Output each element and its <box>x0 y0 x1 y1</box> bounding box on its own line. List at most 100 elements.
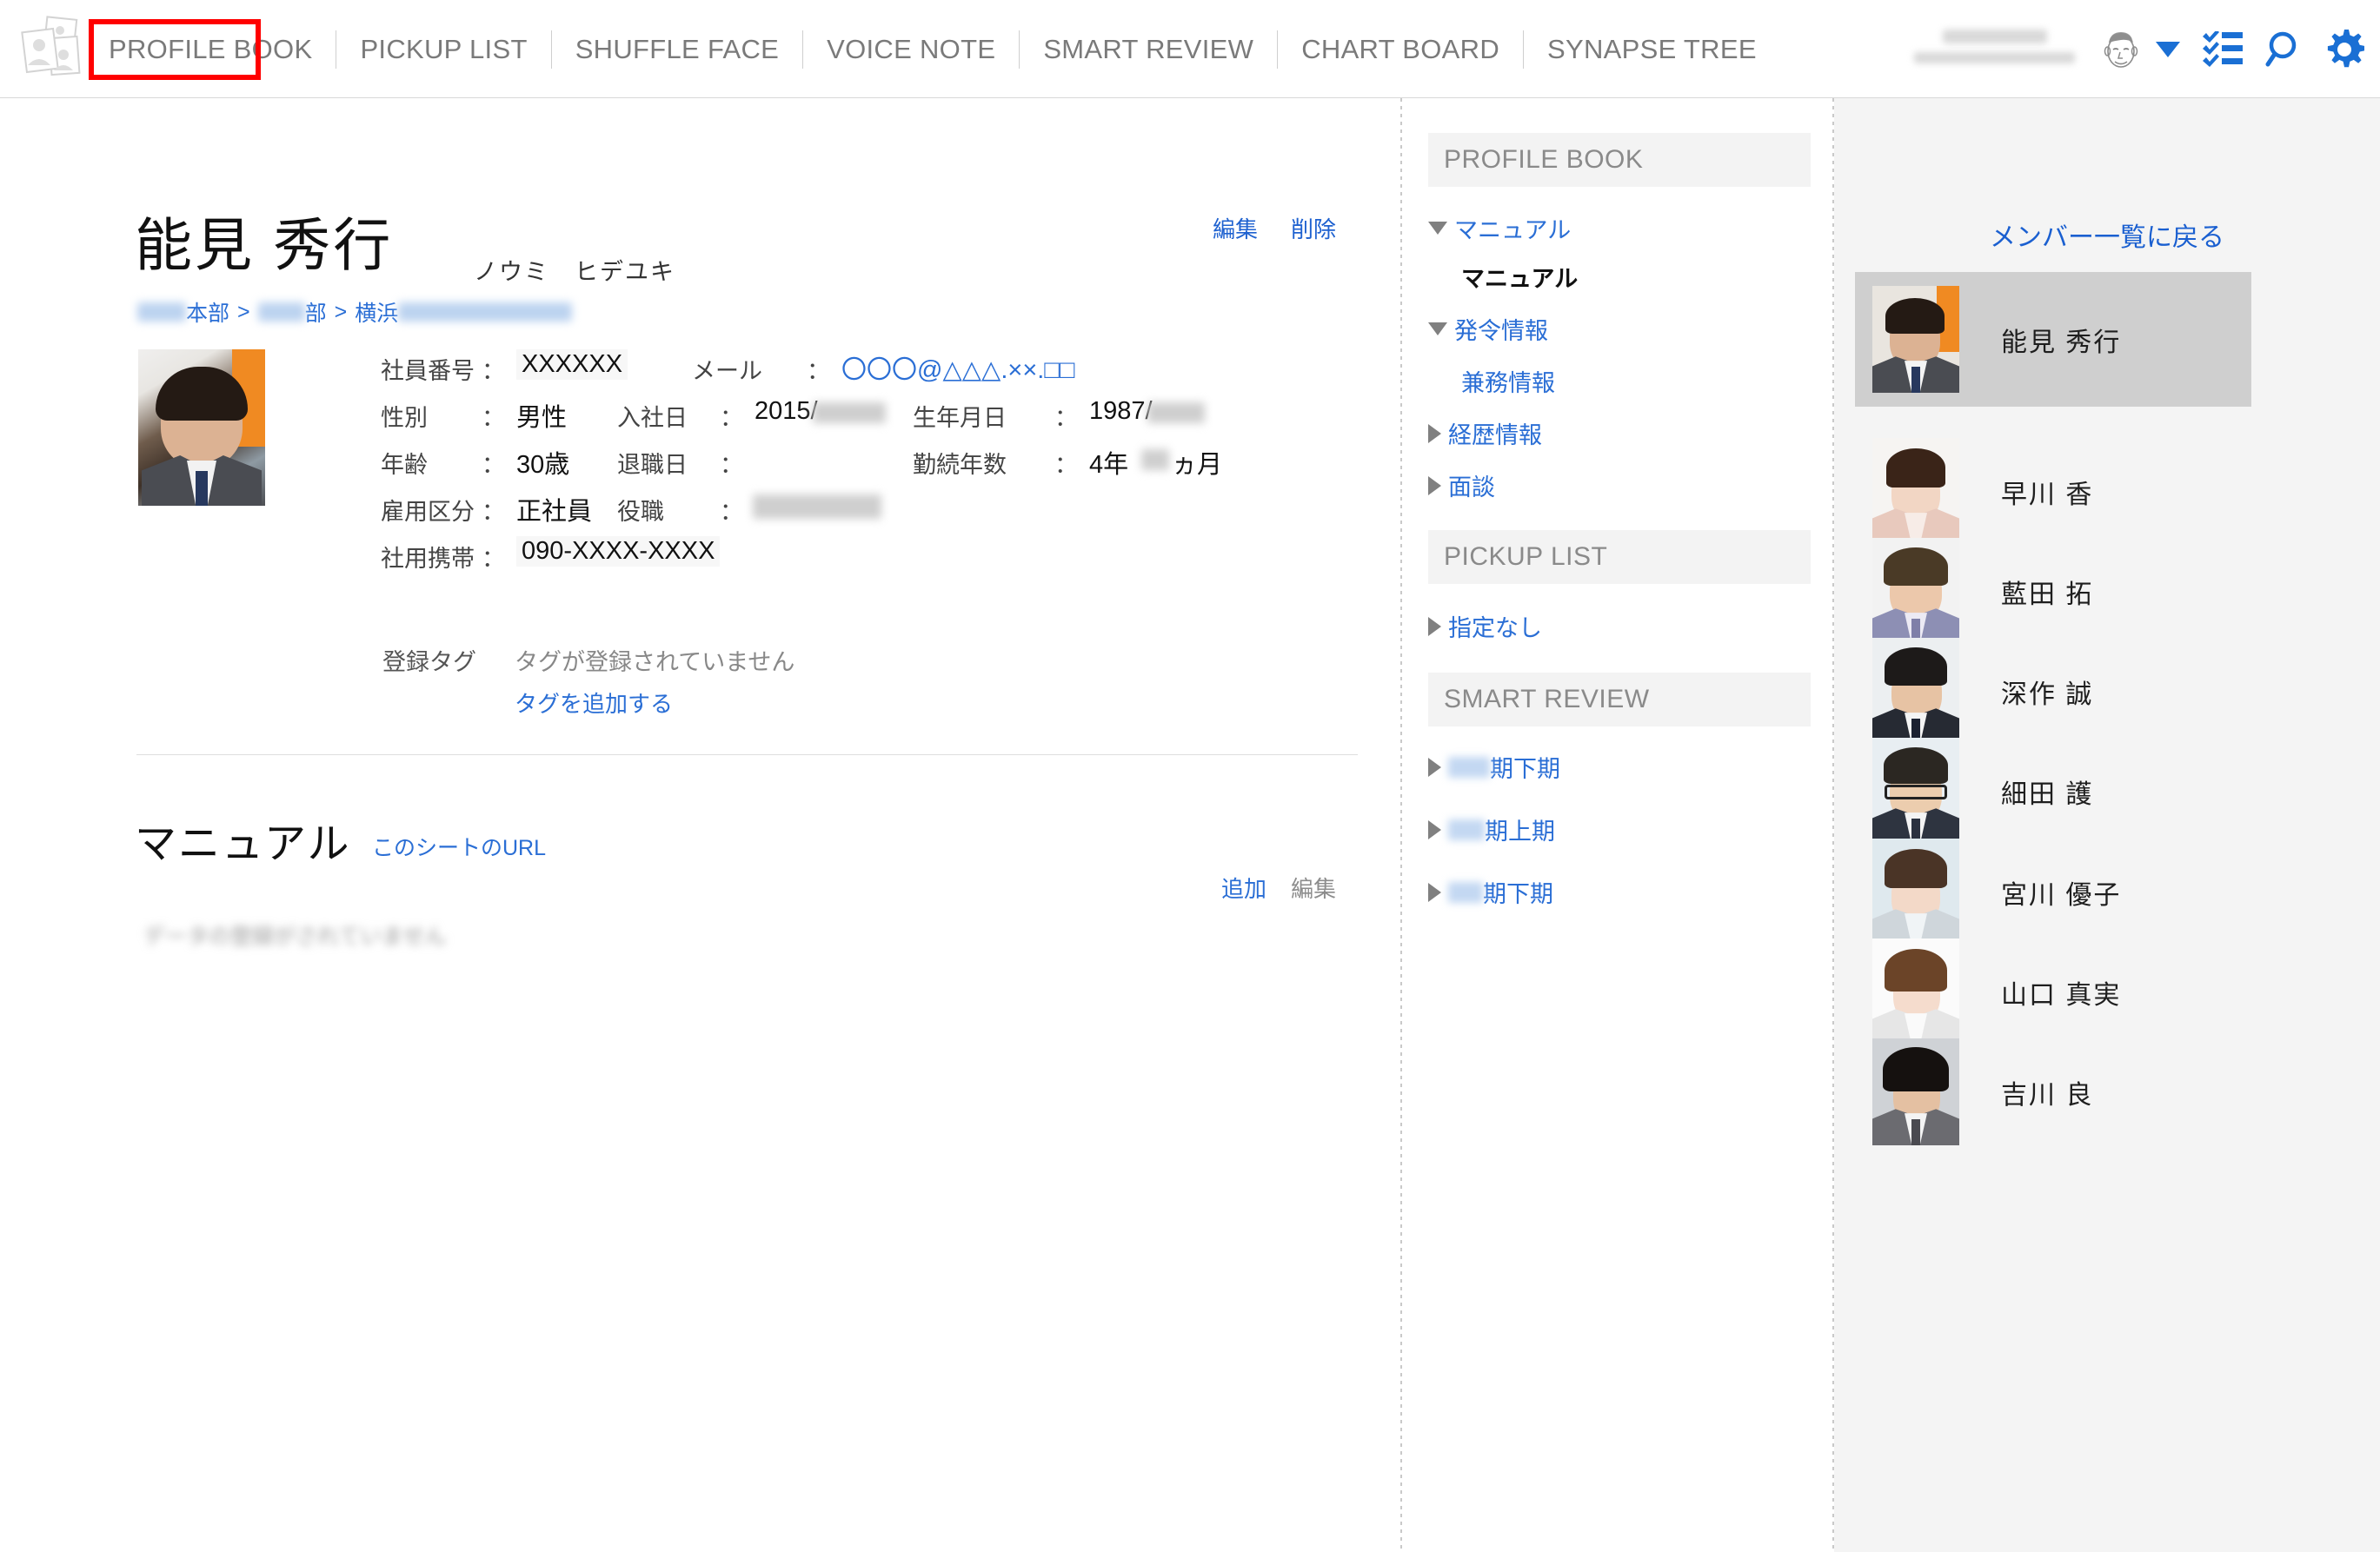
nav-item-unspecified[interactable]: 指定なし <box>1428 609 1542 643</box>
field-colon: ： <box>482 546 505 572</box>
chevron-right-icon <box>1428 882 1441 902</box>
chevron-down-icon <box>1428 222 1447 235</box>
list-item[interactable]: 吉川 良 <box>1855 1025 2251 1159</box>
chevron-right-icon <box>1428 819 1441 839</box>
list-item-label: 早川 香 <box>2001 480 2094 509</box>
breadcrumb-separator: > <box>334 299 348 324</box>
sheet-empty-text: データの登録がされていません <box>143 925 447 949</box>
nav-item-manual-current[interactable]: マニュアル <box>1461 260 1578 294</box>
breadcrumb-item-2[interactable]: 部 <box>305 296 327 328</box>
breadcrumb-redacted-2 <box>257 302 305 322</box>
breadcrumb: 本部 > 部 > 横浜 <box>137 296 573 328</box>
field-value-birthdate-redacted <box>1147 402 1205 423</box>
list-item-label: 能見 秀行 <box>2001 328 2122 357</box>
chevron-right-icon <box>1428 475 1441 495</box>
chevron-down-icon <box>1428 322 1447 335</box>
tab-pickup-list[interactable]: PICKUP LIST <box>336 36 550 63</box>
nav-item-label: 面談 <box>1448 474 1495 501</box>
tag-label: 登録タグ <box>382 649 476 675</box>
search-icon[interactable] <box>2265 30 2302 69</box>
nav-item-review-period-2[interactable]: 期上期 <box>1428 812 1555 846</box>
list-item-label: 吉川 良 <box>2001 1080 2094 1110</box>
field-label-gender: 性別 <box>381 405 428 431</box>
field-colon: ： <box>720 452 743 478</box>
field-value-employment-type: 正社員 <box>516 498 593 526</box>
profile-edit-link[interactable]: 編集 <box>1213 212 1258 244</box>
field-label-leave-date: 退職日 <box>617 452 688 478</box>
section-navigation-panel: PROFILE BOOK マニュアル マニュアル 発令情報 兼務情報 経歴情報 … <box>1402 98 1832 1552</box>
field-value-mail[interactable]: 〇〇〇@△△△.××.□□ <box>841 349 1074 386</box>
nav-item-label: 発令情報 <box>1454 318 1548 344</box>
profile-delete-link[interactable]: 削除 <box>1291 212 1336 244</box>
field-value-join-date: 2015/ <box>755 397 818 425</box>
gear-icon[interactable] <box>2324 29 2364 70</box>
field-label-tenure: 勤続年数 <box>913 452 1007 478</box>
nav-item-label: 期下期 <box>1483 881 1553 907</box>
field-colon: ： <box>482 499 505 525</box>
field-value-mobile: 090-XXXX-XXXX <box>516 536 721 567</box>
panel-head-smart-review: SMART REVIEW <box>1428 673 1811 726</box>
sheet-title: マニュアル <box>135 821 351 867</box>
nav-item-concurrent-post[interactable]: 兼務情報 <box>1461 364 1555 398</box>
tab-synapse-tree[interactable]: SYNAPSE TREE <box>1524 36 1780 63</box>
panel-head-label: PICKUP LIST <box>1444 542 1608 571</box>
back-to-member-list-link[interactable]: メンバー一覧に戻る <box>1834 216 2380 254</box>
tab-smart-review[interactable]: SMART REVIEW <box>1020 36 1277 63</box>
nav-item-review-period-3[interactable]: 期下期 <box>1428 875 1553 909</box>
field-label-mail: メール <box>692 358 762 384</box>
nav-item-label: 期下期 <box>1490 756 1560 782</box>
field-colon: ： <box>1054 405 1078 431</box>
nav-item-redacted <box>1448 819 1485 840</box>
breadcrumb-item-1[interactable]: 本部 <box>186 296 229 328</box>
field-value-tenure-redacted <box>1141 449 1169 470</box>
field-colon: ： <box>1054 452 1078 478</box>
nav-item-label: 兼務情報 <box>1461 370 1555 396</box>
list-item[interactable]: 能見 秀行 <box>1855 272 2251 407</box>
field-colon: ： <box>482 452 505 478</box>
tab-profile-book[interactable]: PROFILE BOOK <box>85 36 336 63</box>
main-area: 編集 削除 能見 秀行 ノウミ ヒデユキ 本部 > 部 > 横浜 社員番号 ： <box>0 98 2380 1552</box>
tab-shuffle-face[interactable]: SHUFFLE FACE <box>552 36 802 63</box>
tab-chart-board[interactable]: CHART BOARD <box>1278 36 1523 63</box>
avatar <box>1872 286 1959 393</box>
checklist-icon[interactable] <box>2203 30 2243 68</box>
breadcrumb-redacted-3 <box>398 302 573 322</box>
list-item-label: 山口 真実 <box>2001 980 2122 1010</box>
nav-item-review-period-1[interactable]: 期下期 <box>1428 750 1560 784</box>
field-label-position: 役職 <box>617 499 664 525</box>
sheet-edit-link[interactable]: 編集 <box>1291 872 1336 904</box>
field-value-position-redacted <box>753 494 881 519</box>
sheet-url-link[interactable]: このシートのURL <box>372 831 546 862</box>
nav-item-label: マニュアル <box>1454 217 1572 243</box>
nav-item-order-info-group[interactable]: 発令情報 <box>1428 312 1548 346</box>
nav-item-redacted <box>1448 881 1483 903</box>
profile-photo <box>138 349 265 506</box>
add-tag-link[interactable]: タグを追加する <box>515 686 673 719</box>
panel-head-profile-book: PROFILE BOOK <box>1428 133 1811 187</box>
photo-stack-icon[interactable] <box>19 15 85 83</box>
field-colon: ： <box>720 499 743 525</box>
tab-voice-note[interactable]: VOICE NOTE <box>803 36 1019 63</box>
avatar <box>1872 1038 1959 1145</box>
nav-item-interview[interactable]: 面談 <box>1428 468 1495 502</box>
field-value-join-date-redacted <box>813 402 886 423</box>
panel-head-label: SMART REVIEW <box>1444 685 1650 713</box>
field-colon: ： <box>482 405 505 431</box>
panel-head-label: PROFILE BOOK <box>1444 145 1644 174</box>
breadcrumb-item-3[interactable]: 横浜 <box>355 296 398 328</box>
nav-item-manual-group[interactable]: マニュアル <box>1428 211 1571 245</box>
nav-item-label: 期上期 <box>1485 819 1555 845</box>
sheet-add-link[interactable]: 追加 <box>1221 872 1266 904</box>
top-navigation-bar: PROFILE BOOK PICKUP LIST SHUFFLE FACE VO… <box>0 0 2380 98</box>
nav-item-career-info[interactable]: 経歴情報 <box>1428 416 1542 450</box>
breadcrumb-separator: > <box>237 299 250 324</box>
avatar[interactable] <box>2097 25 2145 74</box>
field-value-age: 30歳 <box>516 451 570 479</box>
nav-item-label: 指定なし <box>1448 615 1542 641</box>
field-colon: ： <box>482 358 505 384</box>
chevron-down-icon[interactable] <box>2156 41 2180 57</box>
user-name-redacted <box>1912 26 2078 73</box>
field-label-birthdate: 生年月日 <box>913 405 1007 431</box>
header-right-controls <box>1912 0 2364 98</box>
page-title: 能見 秀行 <box>135 213 394 277</box>
